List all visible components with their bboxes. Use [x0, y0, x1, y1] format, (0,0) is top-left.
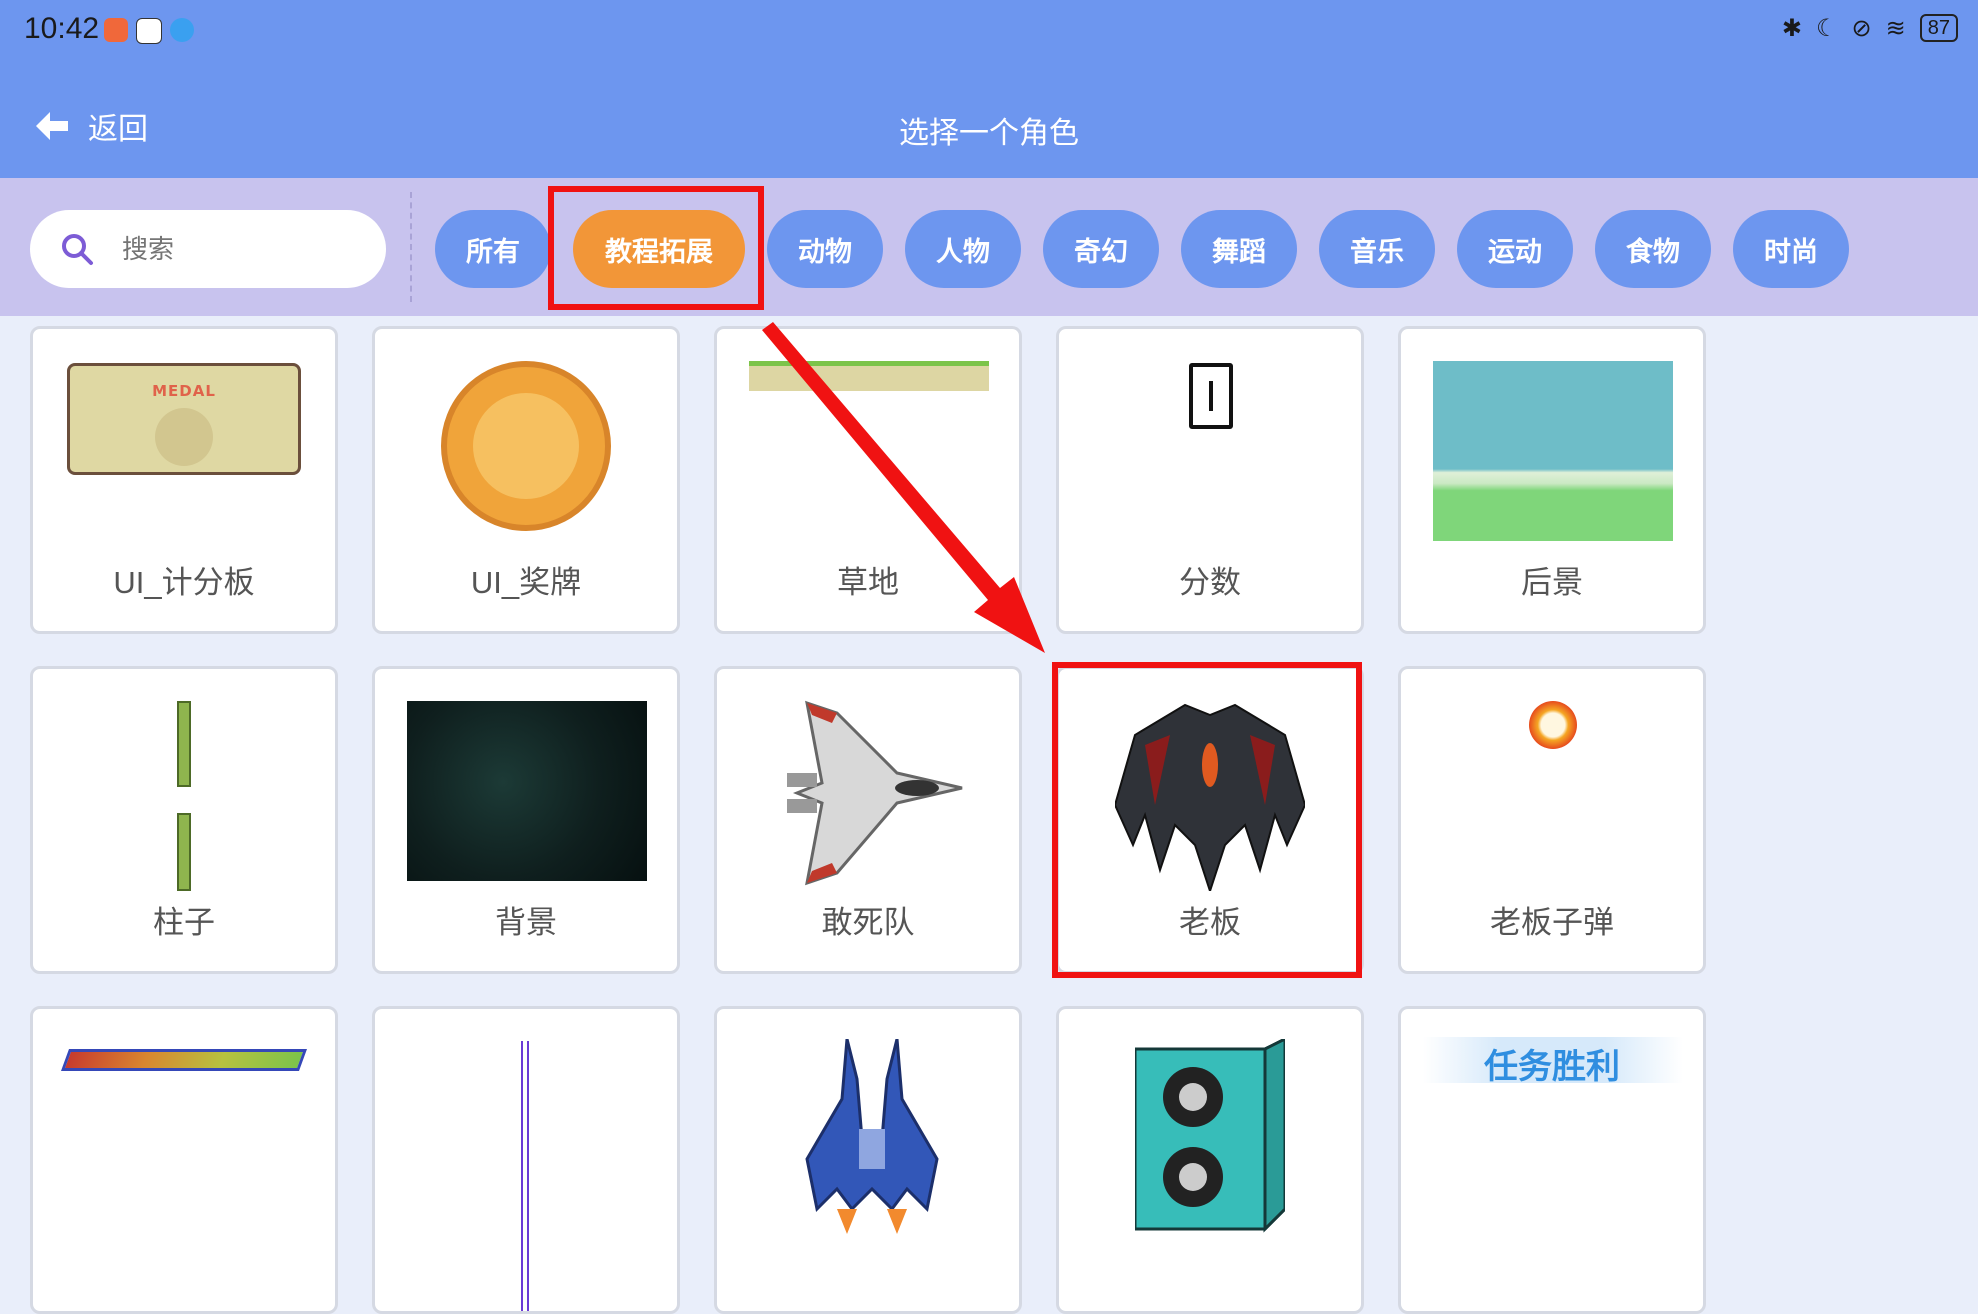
filter-divider — [410, 192, 412, 302]
backdrop-thumbnail — [1433, 361, 1673, 541]
score-thumbnail — [1189, 363, 1233, 429]
sprite-label: 敢死队 — [821, 905, 915, 940]
wifi-icon: ≋ — [1885, 14, 1906, 42]
victory-banner-text: 任务胜利 — [1484, 1047, 1620, 1087]
category-chip-sports[interactable]: 运动 — [1457, 210, 1573, 288]
sprite-card-pillar[interactable]: 柱子 — [30, 666, 338, 974]
category-chip-animals[interactable]: 动物 — [767, 210, 883, 288]
sprite-card-fighter[interactable]: 敢死队 — [714, 666, 1022, 974]
search-input[interactable] — [120, 232, 344, 266]
sprite-card-background[interactable]: 背景 — [372, 666, 680, 974]
grass-thumbnail — [749, 361, 989, 391]
medal-thumbnail — [441, 361, 611, 531]
bluetooth-icon: ✱ — [1781, 14, 1803, 42]
sprite-card-scoreboard[interactable]: MEDAL UI_计分板 — [30, 326, 338, 634]
penguin-icon — [136, 18, 162, 44]
sprite-label: UI_计分板 — [113, 565, 255, 600]
laser-line-thumbnail — [521, 1041, 529, 1311]
sprite-card-blue-ship[interactable] — [714, 1006, 1022, 1314]
search-box[interactable] — [30, 210, 386, 288]
app-notification-icon — [104, 18, 128, 42]
moon-icon: ☾ — [1816, 14, 1838, 42]
category-chip-food[interactable]: 食物 — [1595, 210, 1711, 288]
sprite-card-speaker[interactable] — [1056, 1006, 1364, 1314]
header-bar: 返回 选择一个角色 — [0, 64, 1978, 178]
battery-icon: 87 — [1919, 14, 1958, 42]
mute-icon: ⊘ — [1851, 14, 1872, 42]
background-thumbnail — [407, 701, 647, 881]
pillar-top-thumbnail — [177, 701, 191, 787]
sprite-label: 草地 — [837, 565, 899, 600]
sprite-card-score[interactable]: 分数 — [1056, 326, 1364, 634]
blue-ship-thumbnail — [805, 1039, 939, 1234]
category-chip-dance[interactable]: 舞蹈 — [1181, 210, 1297, 288]
sprite-label: 后景 — [1521, 565, 1583, 600]
category-chip-music[interactable]: 音乐 — [1319, 210, 1435, 288]
status-indicators: ✱ ☾ ⊘ ≋ 87 — [1782, 14, 1958, 42]
status-app-icons — [104, 18, 194, 44]
medal-text: MEDAL — [152, 382, 216, 400]
medal-slot — [155, 408, 213, 466]
sprite-label: 分数 — [1179, 565, 1241, 600]
sprite-card-backdrop[interactable]: 后景 — [1398, 326, 1706, 634]
status-time: 10:42 — [24, 12, 100, 45]
sprite-card-health-bar[interactable] — [30, 1006, 338, 1314]
sprite-card-mission-victory[interactable]: 任务胜利 — [1398, 1006, 1706, 1314]
highlight-box-boss — [1052, 662, 1362, 978]
speaker-thumbnail — [1135, 1039, 1285, 1233]
sprite-label: 老板子弹 — [1490, 905, 1614, 940]
sprite-card-grass[interactable]: 草地 — [714, 326, 1022, 634]
highlight-box-category — [548, 186, 764, 310]
health-bar-thumbnail — [60, 1049, 308, 1071]
category-chip-people[interactable]: 人物 — [905, 210, 1021, 288]
page-title: 选择一个角色 — [899, 117, 1079, 150]
status-bar: 10:42 ✱ ☾ ⊘ ≋ 87 — [0, 0, 1978, 64]
fighter-jet-thumbnail — [787, 700, 963, 886]
search-icon — [62, 234, 93, 265]
sprite-card-medal[interactable]: UI_奖牌 — [372, 326, 680, 634]
sprite-card-boss-bullet[interactable]: 老板子弹 — [1398, 666, 1706, 974]
scoreboard-thumbnail: MEDAL — [67, 363, 301, 475]
sprite-card-laser[interactable] — [372, 1006, 680, 1314]
boss-bullet-thumbnail — [1529, 701, 1577, 749]
category-chip-fantasy[interactable]: 奇幻 — [1043, 210, 1159, 288]
category-chip-fashion[interactable]: 时尚 — [1733, 210, 1849, 288]
sprite-label: 背景 — [495, 905, 557, 940]
sprite-label: UI_奖牌 — [470, 565, 582, 600]
filter-bar: 所有 教程拓展 动物 人物 奇幻 舞蹈 音乐 运动 食物 时尚 — [0, 178, 1978, 316]
sprite-label: 柱子 — [153, 905, 215, 940]
category-chip-all[interactable]: 所有 — [435, 210, 551, 288]
browser-icon — [170, 18, 194, 42]
pillar-bottom-thumbnail — [177, 813, 191, 891]
